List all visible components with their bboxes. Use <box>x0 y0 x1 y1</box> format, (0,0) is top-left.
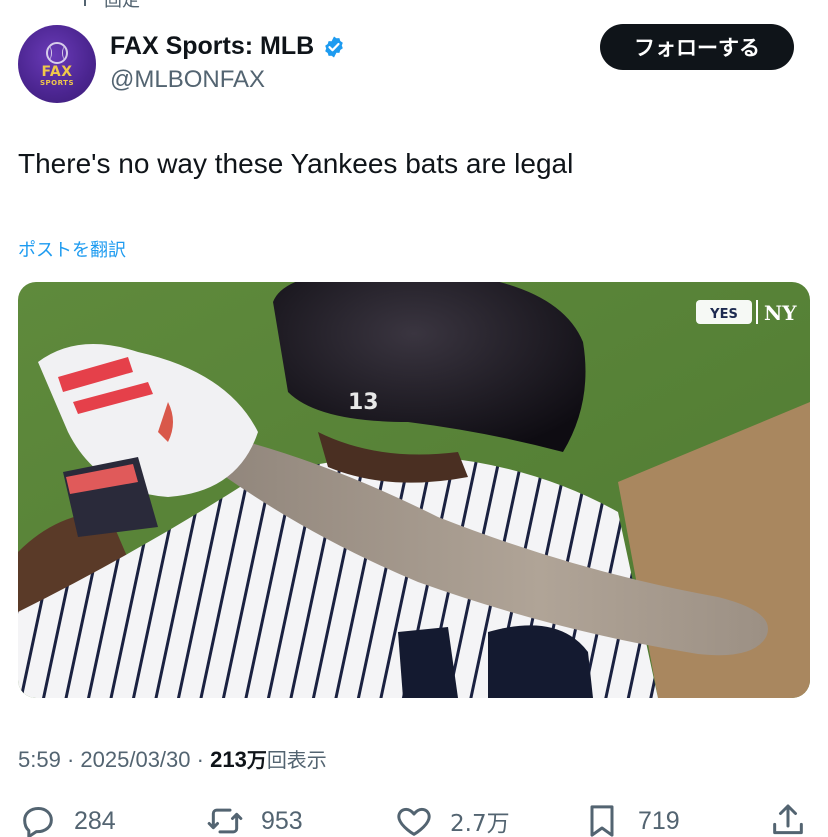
avatar-logo-text: FAX <box>41 63 73 80</box>
reply-icon <box>23 807 53 837</box>
baseball-icon <box>46 41 68 64</box>
post-media-image[interactable]: 13 YES NY <box>18 282 810 698</box>
reply-button[interactable]: 284 <box>18 800 116 837</box>
action-bar: 284 953 2.7万 719 <box>0 800 828 837</box>
bookmark-icon <box>590 805 614 837</box>
bookmark-count: 719 <box>638 806 680 835</box>
heart-icon <box>397 807 431 836</box>
follow-button[interactable]: フォローする <box>600 24 794 70</box>
view-count-unit: 万 <box>246 748 267 772</box>
pin-icon <box>84 0 86 6</box>
verified-badge-icon[interactable] <box>322 35 346 59</box>
post-time[interactable]: 5:59 <box>18 747 61 772</box>
translate-post-link[interactable]: ポストを翻訳 <box>18 236 126 262</box>
ny-logo: NY <box>764 301 797 325</box>
display-name-row: FAX Sports: MLB <box>110 32 346 61</box>
repost-count: 953 <box>261 806 303 835</box>
display-name[interactable]: FAX Sports: MLB <box>110 32 314 61</box>
account-handle[interactable]: @MLBONFAX <box>110 66 265 94</box>
view-count[interactable]: 213 <box>210 747 247 772</box>
pinned-indicator: 固定 <box>0 0 828 12</box>
repost-button[interactable]: 953 <box>205 800 303 837</box>
post-meta: 5:59 · 2025/03/30 · 213万回表示 <box>18 744 327 773</box>
avatar-logo-subtext: SPORTS <box>39 78 74 87</box>
meta-separator: · <box>66 747 75 772</box>
pinned-label: 固定 <box>104 0 140 11</box>
reply-count: 284 <box>74 806 116 835</box>
share-icon <box>773 804 803 835</box>
like-count: 2.7万 <box>450 811 510 837</box>
bookmark-button[interactable]: 719 <box>582 800 680 837</box>
avatar[interactable]: FAX SPORTS <box>18 25 96 103</box>
helmet-number: 13 <box>348 390 379 415</box>
share-button[interactable] <box>768 800 808 837</box>
post-text: There's no way these Yankees bats are le… <box>18 148 574 179</box>
repost-icon <box>207 808 243 834</box>
svg-text:YES: YES <box>709 307 738 322</box>
views-label: 回表示 <box>266 748 327 772</box>
meta-separator: · <box>196 747 204 772</box>
post-date[interactable]: 2025/03/30 <box>80 747 190 772</box>
like-button[interactable]: 2.7万 <box>394 800 510 837</box>
